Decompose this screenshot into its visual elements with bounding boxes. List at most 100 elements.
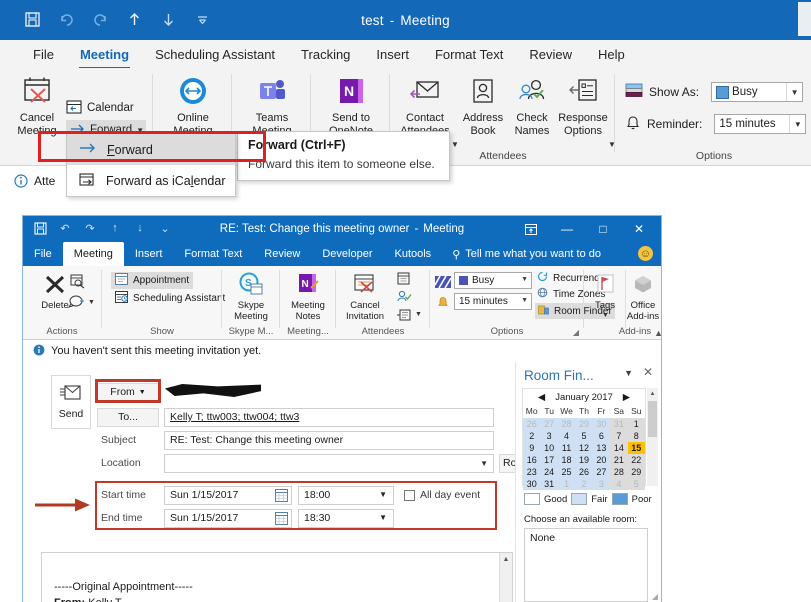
calendar-day[interactable]: 20 <box>592 454 611 466</box>
calendar-button[interactable]: Calendar <box>66 98 134 118</box>
location-chevron-down-icon[interactable]: ▼ <box>480 459 488 468</box>
maximize-icon[interactable]: □ <box>585 216 621 242</box>
response-options-icon[interactable] <box>397 308 411 326</box>
calendar-day[interactable]: 26 <box>523 418 541 430</box>
room-finder-calendar[interactable]: ◀ January 2017 ▶ Mo Tu We Th Fr Sa Su 26… <box>522 388 646 490</box>
location-input[interactable]: ▼ <box>164 453 494 473</box>
calendar-day[interactable]: 21 <box>610 454 628 466</box>
calendar-day[interactable]: 23 <box>523 466 541 478</box>
calendar-day[interactable]: 1 <box>627 418 645 430</box>
meeting-notes-button[interactable]: N Meeting Notes <box>282 270 334 322</box>
calendar-day[interactable]: 11 <box>557 442 576 454</box>
calendar-day[interactable]: 19 <box>575 454 593 466</box>
window2-controls[interactable]: — □ ✕ <box>513 216 657 242</box>
w2-tab-meeting[interactable]: Meeting <box>62 242 124 266</box>
tab-meeting[interactable]: Meeting <box>67 43 142 69</box>
show-as-chevron-down-icon[interactable]: ▼ <box>521 276 528 283</box>
w2-tab-file[interactable]: File <box>23 242 63 266</box>
message-body[interactable]: -----Original Appointment----- From: Kel… <box>41 552 513 602</box>
w2-tab-kutools[interactable]: Kutools <box>383 242 442 266</box>
calendar-day[interactable]: 12 <box>575 442 593 454</box>
w2-tab-insert[interactable]: Insert <box>124 242 174 266</box>
cancel-invitation-button[interactable]: Cancel Invitation <box>339 270 391 322</box>
reminder-chevron-down-icon[interactable]: ▼ <box>521 297 528 304</box>
show-as-chevron-down-icon[interactable]: ▼ <box>786 83 802 101</box>
w2-tab-developer[interactable]: Developer <box>311 242 383 266</box>
contact-attendees-button[interactable]: Contact Attendees <box>392 74 458 137</box>
forward-dropdown-menu[interactable]: Forward Forward as iCalendar <box>66 133 236 197</box>
w2-attendees-chevron-down-icon[interactable]: ▼ <box>415 311 422 318</box>
calendar-day[interactable]: 5 <box>575 430 593 442</box>
room-finder-close-icon[interactable]: ✕ <box>643 365 653 379</box>
calendar-scrollbar[interactable]: ▲ <box>647 388 658 486</box>
calendar-day[interactable]: 28 <box>610 466 628 478</box>
menu-item-forward[interactable]: Forward <box>67 134 235 165</box>
send-to-onenote-button[interactable]: N Send to OneNote <box>318 74 384 137</box>
show-as-select[interactable]: Busy ▼ <box>711 82 804 102</box>
reminder-select[interactable]: 15 minutes ▼ <box>454 293 532 310</box>
cancel-meeting-button[interactable]: Cancel Meeting <box>4 74 70 137</box>
tab-help[interactable]: Help <box>585 43 638 66</box>
teams-meeting-button[interactable]: Teams Meeting <box>239 74 305 137</box>
calendar-day[interactable]: 6 <box>592 430 611 442</box>
calendar-day[interactable]: 24 <box>540 466 558 478</box>
window1-ribbon-tabs[interactable]: File Meeting Scheduling Assistant Tracki… <box>0 40 811 69</box>
calendar-day[interactable]: 4 <box>610 478 628 490</box>
calendar-day[interactable]: 31 <box>610 418 628 430</box>
calendar-day[interactable]: 18 <box>557 454 576 466</box>
subject-input[interactable]: RE: Test: Change this meeting owner <box>164 430 494 450</box>
calendar-day[interactable]: 29 <box>575 418 593 430</box>
close-icon[interactable]: ✕ <box>621 216 657 242</box>
send-button[interactable]: Send <box>51 375 91 429</box>
skype-meeting-button[interactable]: S Skype Meeting <box>225 270 277 322</box>
tell-me-box[interactable]: ⚲ Tell me what you want to do <box>442 242 611 266</box>
calendar-day[interactable]: 1 <box>557 478 576 490</box>
calendar-day[interactable]: 30 <box>592 418 611 430</box>
scroll-up-icon[interactable]: ▲ <box>500 553 512 566</box>
calendar-day[interactable]: 26 <box>575 466 593 478</box>
tab-insert[interactable]: Insert <box>363 43 422 66</box>
actions-chevron-down-icon[interactable]: ▼ <box>88 299 95 306</box>
feedback-smiley-icon[interactable]: ☺ <box>638 246 653 261</box>
reminder-select[interactable]: 15 minutes ▼ <box>714 114 807 134</box>
calendar-day[interactable]: 22 <box>627 454 645 466</box>
tab-format-text[interactable]: Format Text <box>422 43 516 66</box>
next-month-icon[interactable]: ▶ <box>623 392 630 403</box>
to-input[interactable]: Kelly T; ttw003; ttw004; ttw3 <box>164 407 494 427</box>
tab-review[interactable]: Review <box>516 43 585 66</box>
check-names-icon[interactable] <box>397 290 412 308</box>
calendar-day[interactable]: 15 <box>627 442 645 454</box>
calendar-day[interactable]: 7 <box>610 430 628 442</box>
calendar-day[interactable]: 28 <box>557 418 576 430</box>
to-button[interactable]: To... <box>97 407 159 427</box>
available-rooms-list[interactable]: None <box>524 528 648 602</box>
calendar-scroll-thumb[interactable] <box>648 401 657 437</box>
room-finder-resize-grip-icon[interactable]: ◢ <box>652 592 658 601</box>
contact-attendees-chevron-down-icon[interactable]: ▼ <box>451 140 459 149</box>
calendar-day[interactable]: 30 <box>523 478 541 490</box>
collapse-ribbon-icon[interactable]: ▲ <box>654 328 661 338</box>
calendar-day[interactable]: 3 <box>540 430 558 442</box>
calendar-day[interactable]: 2 <box>575 478 593 490</box>
online-meeting-button[interactable]: Online Meeting <box>160 74 226 137</box>
calendar-day[interactable]: 4 <box>557 430 576 442</box>
calendar-day[interactable]: 29 <box>627 466 645 478</box>
calendar-grid[interactable]: Mo Tu We Th Fr Sa Su 26 27 28 29 30 31 1 2 3 4 5 6 7… <box>523 405 645 490</box>
options-dialog-launcher-icon[interactable]: ◢ <box>573 328 579 337</box>
scheduling-assistant-button[interactable]: Scheduling Assistant <box>111 290 229 307</box>
calendar-day[interactable]: 10 <box>540 442 558 454</box>
calendar-day[interactable]: 3 <box>592 478 611 490</box>
ribbon-display-options-icon[interactable] <box>513 216 549 242</box>
prev-month-icon[interactable]: ◀ <box>538 392 545 403</box>
tab-tracking[interactable]: Tracking <box>288 43 363 66</box>
calendar-day[interactable]: 5 <box>627 478 645 490</box>
calendar-day[interactable]: 17 <box>540 454 558 466</box>
w2-tab-format-text[interactable]: Format Text <box>173 242 253 266</box>
w2-tab-review[interactable]: Review <box>253 242 311 266</box>
calendar-day[interactable]: 9 <box>523 442 541 454</box>
calendar-day[interactable]: 31 <box>540 478 558 490</box>
reply-move-icon[interactable] <box>67 294 86 314</box>
calendar-day[interactable]: 27 <box>540 418 558 430</box>
menu-item-forward-as-icalendar[interactable]: Forward as iCalendar <box>67 165 235 196</box>
calendar-scroll-up-icon[interactable]: ▲ <box>647 388 658 399</box>
